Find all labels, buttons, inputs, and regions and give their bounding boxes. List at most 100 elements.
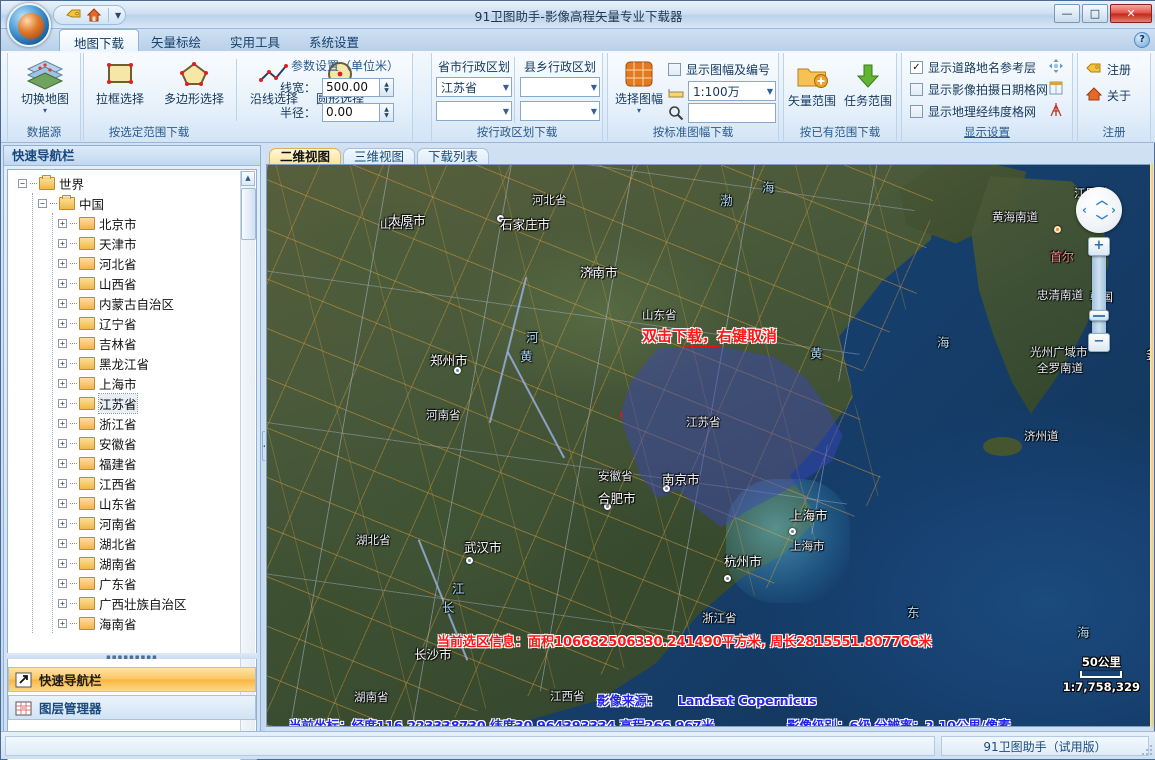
tree-item[interactable]: +广西壮族自治区 xyxy=(8,593,240,613)
vector-range-button[interactable]: 矢量范围 xyxy=(784,59,840,108)
tree-item[interactable]: +黑龙江省 xyxy=(8,353,240,373)
tree-expand-icon[interactable]: + xyxy=(58,459,67,468)
tree-expand-icon[interactable]: + xyxy=(58,339,67,348)
tree-expand-icon[interactable]: + xyxy=(58,219,67,228)
tag-icon[interactable] xyxy=(66,7,82,23)
show-latlon-grid-checkbox[interactable] xyxy=(910,105,923,118)
show-road-layer-checkbox[interactable]: ✓ xyxy=(910,61,923,74)
tree-expand-icon[interactable]: + xyxy=(58,559,67,568)
zoom-out-button[interactable]: − xyxy=(1088,333,1110,352)
tree-expand-icon[interactable]: + xyxy=(58,539,67,548)
pan-up-icon[interactable]: ︿ xyxy=(1096,191,1108,208)
tree-item[interactable]: +湖北省 xyxy=(8,533,240,553)
tree-item[interactable]: +安徽省 xyxy=(8,433,240,453)
chevron-down-icon[interactable]: ▾ xyxy=(610,106,668,115)
tree-item[interactable]: +福建省 xyxy=(8,453,240,473)
tree-expand-icon[interactable]: + xyxy=(58,319,67,328)
tree-item[interactable]: +湖南省 xyxy=(8,553,240,573)
panel-button-quick-nav[interactable]: 快速导航栏 xyxy=(8,667,256,692)
show-sheet-checkbox[interactable] xyxy=(668,63,681,76)
chevron-down-icon[interactable]: ▾ xyxy=(14,106,76,115)
select-sheet-button[interactable]: 选择图幅 ▾ xyxy=(610,57,668,115)
radius-stepper[interactable]: ▲▼ xyxy=(380,103,394,122)
tree-expand-icon[interactable]: + xyxy=(58,259,67,268)
scroll-up-arrow[interactable]: ▲ xyxy=(241,171,255,186)
tree-item[interactable]: +河北省 xyxy=(8,253,240,273)
show-sheet-checkbox-row[interactable]: 显示图幅及编号 xyxy=(668,61,770,78)
map-canvas[interactable]: 河北省山西省太原市石家庄市济南市山东省郑州市河南省江苏省安徽省合肥市南京市上海市… xyxy=(266,164,1151,727)
tree-item[interactable]: +广东省 xyxy=(8,573,240,593)
map-vertical-scrollbar[interactable] xyxy=(1150,164,1153,727)
zoom-slider-thumb[interactable] xyxy=(1089,310,1109,321)
tree-expand-icon[interactable]: + xyxy=(58,299,67,308)
tree-item[interactable]: +江西省 xyxy=(8,473,240,493)
about-button[interactable]: 关于 xyxy=(1086,87,1131,104)
show-latlon-grid-row[interactable]: 显示地理经纬度格网 xyxy=(910,103,1036,120)
help-icon[interactable]: ? xyxy=(1134,32,1150,48)
panel-splitter[interactable]: ▪▪▪▪▪▪▪▪▪ xyxy=(7,653,257,659)
rectangle-select-button[interactable]: 拉框选择 xyxy=(88,57,152,106)
tree-item[interactable]: +海南省 xyxy=(8,613,240,633)
map-pan-control[interactable]: ︿ ﹀ ‹ › xyxy=(1076,187,1122,233)
line-width-input[interactable]: 500.00 xyxy=(322,78,380,97)
pan-right-icon[interactable]: › xyxy=(1111,203,1116,217)
tree-item[interactable]: +河南省 xyxy=(8,513,240,533)
scroll-thumb[interactable] xyxy=(241,188,256,240)
tree-item[interactable]: +山东省 xyxy=(8,493,240,513)
tree-expand-icon[interactable]: + xyxy=(58,359,67,368)
show-capture-date-grid-checkbox[interactable] xyxy=(910,83,923,96)
county-select[interactable]: ▼ xyxy=(520,77,600,97)
resize-grip[interactable] xyxy=(1141,744,1153,756)
tree-item[interactable]: +辽宁省 xyxy=(8,313,240,333)
tree-collapse-icon[interactable]: − xyxy=(38,199,47,208)
tree-expand-icon[interactable]: + xyxy=(58,439,67,448)
tab-map-download[interactable]: 地图下载 xyxy=(59,29,139,51)
tree-item[interactable]: +吉林省 xyxy=(8,333,240,353)
tab-vector-plot[interactable]: 矢量标绘 xyxy=(137,29,215,51)
chevron-down-icon[interactable]: ▼ xyxy=(115,11,121,20)
tree-expand-icon[interactable]: + xyxy=(58,279,67,288)
tab-3d-view[interactable]: 三维视图 xyxy=(343,148,415,164)
tree-item[interactable]: −中国 xyxy=(8,193,240,213)
tree-item[interactable]: +北京市 xyxy=(8,213,240,233)
tree-item[interactable]: +江苏省 xyxy=(8,393,240,413)
province-sub-select[interactable]: ▼ xyxy=(436,101,512,121)
tree-expand-icon[interactable]: + xyxy=(58,479,67,488)
sheet-scale-select[interactable]: 1:100万 ▼ xyxy=(688,81,776,101)
tree-expand-icon[interactable]: + xyxy=(58,239,67,248)
tree-expand-icon[interactable]: + xyxy=(58,579,67,588)
tree-expand-icon[interactable]: + xyxy=(58,499,67,508)
sheet-code-input[interactable] xyxy=(688,103,776,123)
tab-download-list[interactable]: 下载列表 xyxy=(417,148,489,164)
register-button[interactable]: 注册 xyxy=(1086,61,1131,78)
group-title-display-settings[interactable]: 显示设置 xyxy=(902,124,1072,140)
task-range-button[interactable]: 任务范围 xyxy=(840,59,896,108)
switch-map-button[interactable]: 切换地图 ▾ xyxy=(14,57,76,115)
tab-utilities[interactable]: 实用工具 xyxy=(216,29,294,51)
tab-system-settings[interactable]: 系统设置 xyxy=(295,29,373,51)
show-road-layer-row[interactable]: ✓ 显示道路地名参考层 xyxy=(910,59,1036,76)
tree-item[interactable]: +内蒙古自治区 xyxy=(8,293,240,313)
radius-input[interactable]: 0.00 xyxy=(322,103,380,122)
tree-item[interactable]: +上海市 xyxy=(8,373,240,393)
home-icon[interactable] xyxy=(86,7,102,23)
tree-item[interactable]: +天津市 xyxy=(8,233,240,253)
tree-item[interactable]: +山西省 xyxy=(8,273,240,293)
pan-left-icon[interactable]: ‹ xyxy=(1082,203,1087,217)
pan-down-icon[interactable]: ﹀ xyxy=(1096,212,1108,229)
tree-expand-icon[interactable]: + xyxy=(58,419,67,428)
close-button[interactable]: ✕ xyxy=(1110,4,1152,23)
tree-item[interactable]: +浙江省 xyxy=(8,413,240,433)
search-icon[interactable] xyxy=(668,105,684,124)
zoom-in-button[interactable]: + xyxy=(1088,237,1110,256)
line-width-stepper[interactable]: ▲▼ xyxy=(380,78,394,97)
tree-expand-icon[interactable]: + xyxy=(58,519,67,528)
grid-tower-icon[interactable] xyxy=(1048,102,1064,121)
county-sub-select[interactable]: ▼ xyxy=(520,101,600,121)
maximize-button[interactable]: □ xyxy=(1082,4,1108,23)
polygon-select-button[interactable]: 多边形选择 xyxy=(156,57,232,106)
tree-expand-icon[interactable]: + xyxy=(58,619,67,628)
tree-item[interactable]: −世界 xyxy=(8,173,240,193)
app-orb-button[interactable] xyxy=(7,3,51,47)
tree-expand-icon[interactable]: + xyxy=(58,399,67,408)
